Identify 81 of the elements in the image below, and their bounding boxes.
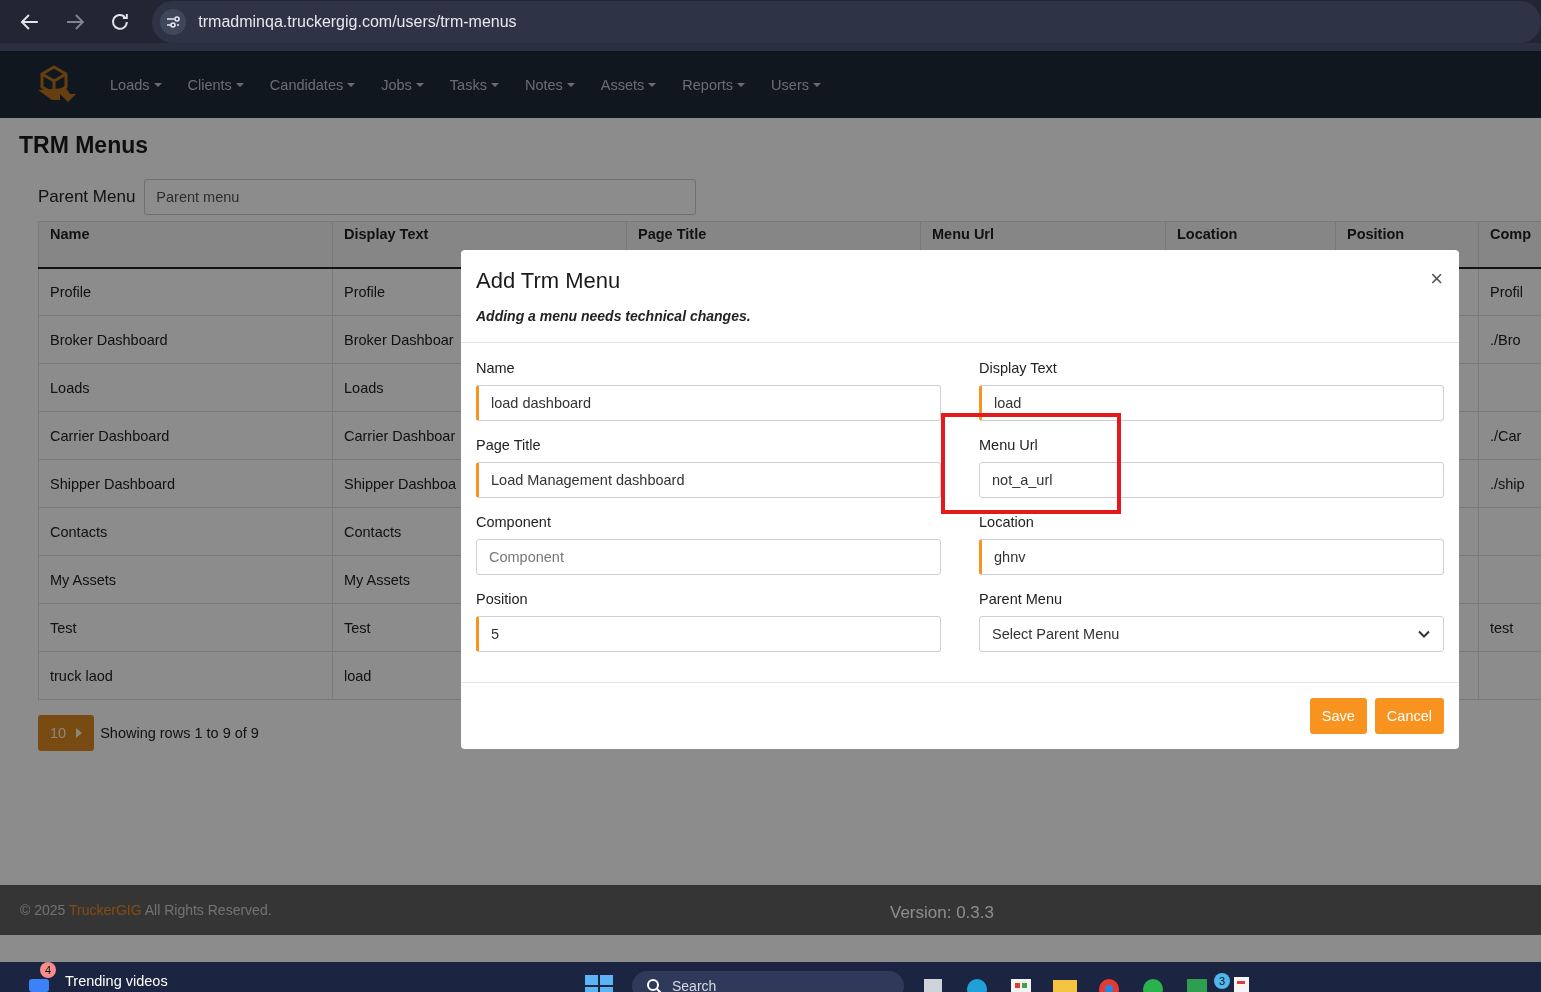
- caret-icon: [490, 82, 499, 87]
- modal-title: Add Trm Menu: [476, 268, 621, 294]
- caret-icon: [76, 728, 83, 738]
- caret-icon: [235, 82, 244, 87]
- table-cell: truck laod: [50, 667, 113, 684]
- field-label: Location: [979, 514, 1035, 530]
- table-cell: load: [344, 667, 372, 684]
- table-cell: Shipper Dashboard: [50, 475, 175, 492]
- table-cell: Broker Dashboard: [50, 331, 168, 348]
- dialog-button[interactable]: Cancel: [1374, 698, 1444, 734]
- table-cell: ./ship: [1490, 475, 1525, 492]
- version-text: Version: 0.3.3: [890, 902, 994, 923]
- notification-badge: 3: [1214, 973, 1230, 989]
- copyright-text: © 2025 TruckerGIG All Rights Reserved.: [20, 902, 273, 918]
- parent-menu-select[interactable]: Select Parent Menu: [979, 616, 1444, 652]
- table-cell: ./Bro: [1490, 331, 1521, 348]
- dialog-button[interactable]: Save: [1309, 698, 1367, 734]
- rows-summary: Showing rows 1 to 9 of 9: [100, 725, 259, 741]
- page-title: TRM Menus: [19, 132, 150, 159]
- table-cell: ./Car: [1490, 427, 1522, 444]
- caret-icon: [648, 82, 657, 87]
- table-cell: Profile: [50, 283, 92, 300]
- search-field[interactable]: Search: [632, 971, 904, 992]
- field-label: Page Title: [476, 437, 542, 453]
- field-label: Parent Menu: [979, 591, 1064, 607]
- table-cell: Profile: [344, 283, 386, 300]
- nav-menu[interactable]: Assets: [600, 70, 657, 99]
- table-cell: Carrier Dashboar: [344, 427, 456, 444]
- parent-menu-field[interactable]: Parent menu: [144, 179, 697, 215]
- input-field[interactable]: ghnv: [979, 539, 1444, 575]
- table-cell: Loads: [344, 379, 384, 396]
- input-field[interactable]: Component: [476, 539, 941, 575]
- modal-note: Adding a menu needs technical changes.: [476, 308, 752, 324]
- field-label: Name: [476, 360, 516, 376]
- address-bar[interactable]: trmadminqa.truckergig.com/users/trm-menus: [152, 0, 1541, 43]
- caret-icon: [153, 82, 162, 87]
- filter-label: Parent Menu: [38, 187, 136, 207]
- input-field[interactable]: not_a_url: [979, 462, 1444, 498]
- search-icon: [646, 978, 662, 992]
- table-cell: Contacts: [50, 523, 108, 540]
- input-field[interactable]: Load Management dashboard: [476, 462, 941, 498]
- field-label: Display Text: [979, 360, 1058, 376]
- input-field[interactable]: load dashboard: [476, 385, 941, 421]
- field-label: Position: [476, 591, 529, 607]
- table-cell: Test: [344, 619, 371, 636]
- input-field[interactable]: load: [979, 385, 1444, 421]
- nav-menu[interactable]: Reports: [682, 70, 746, 99]
- table-cell: Carrier Dashboard: [50, 427, 170, 444]
- close-button[interactable]: ×: [1430, 268, 1443, 290]
- nav-menu[interactable]: Candidates: [269, 70, 356, 99]
- table-cell: Profil: [1490, 283, 1524, 300]
- site-settings-icon[interactable]: [160, 8, 187, 35]
- page-size-button[interactable]: 10: [38, 715, 95, 751]
- field-label: Menu Url: [979, 437, 1039, 453]
- caret-icon: [813, 82, 821, 87]
- table-cell: My Assets: [344, 571, 411, 588]
- table-cell: Broker Dashboar: [344, 331, 454, 348]
- table-cell: Shipper Dashboa: [344, 475, 457, 492]
- nav-menu[interactable]: Jobs: [381, 70, 424, 99]
- caret-icon: [415, 82, 424, 87]
- nav-menu[interactable]: Loads: [110, 70, 162, 99]
- field-label: Component: [476, 514, 552, 530]
- url-text: trmadminqa.truckergig.com/users/trm-menus: [198, 12, 517, 31]
- nav-menu[interactable]: Tasks: [449, 70, 499, 99]
- column-header: Name: [38, 221, 333, 268]
- caret-icon: [566, 82, 575, 87]
- widget-label[interactable]: Trending videos: [65, 973, 168, 989]
- caret-icon: [737, 82, 746, 87]
- table-cell: Loads: [50, 379, 90, 396]
- table-cell: test: [1490, 619, 1514, 636]
- table-cell: My Assets: [50, 571, 117, 588]
- column-header: Comp: [1478, 221, 1541, 268]
- nav-menu[interactable]: Users: [771, 70, 821, 99]
- nav-menu[interactable]: Notes: [524, 70, 575, 99]
- nav-menu[interactable]: Clients: [187, 70, 244, 99]
- notification-badge: 4: [40, 962, 56, 978]
- table-cell: Test: [50, 619, 77, 636]
- table-cell: Contacts: [344, 523, 402, 540]
- caret-icon: [347, 82, 356, 87]
- widgets-icon[interactable]: [28, 979, 50, 992]
- input-field[interactable]: 5: [476, 616, 941, 652]
